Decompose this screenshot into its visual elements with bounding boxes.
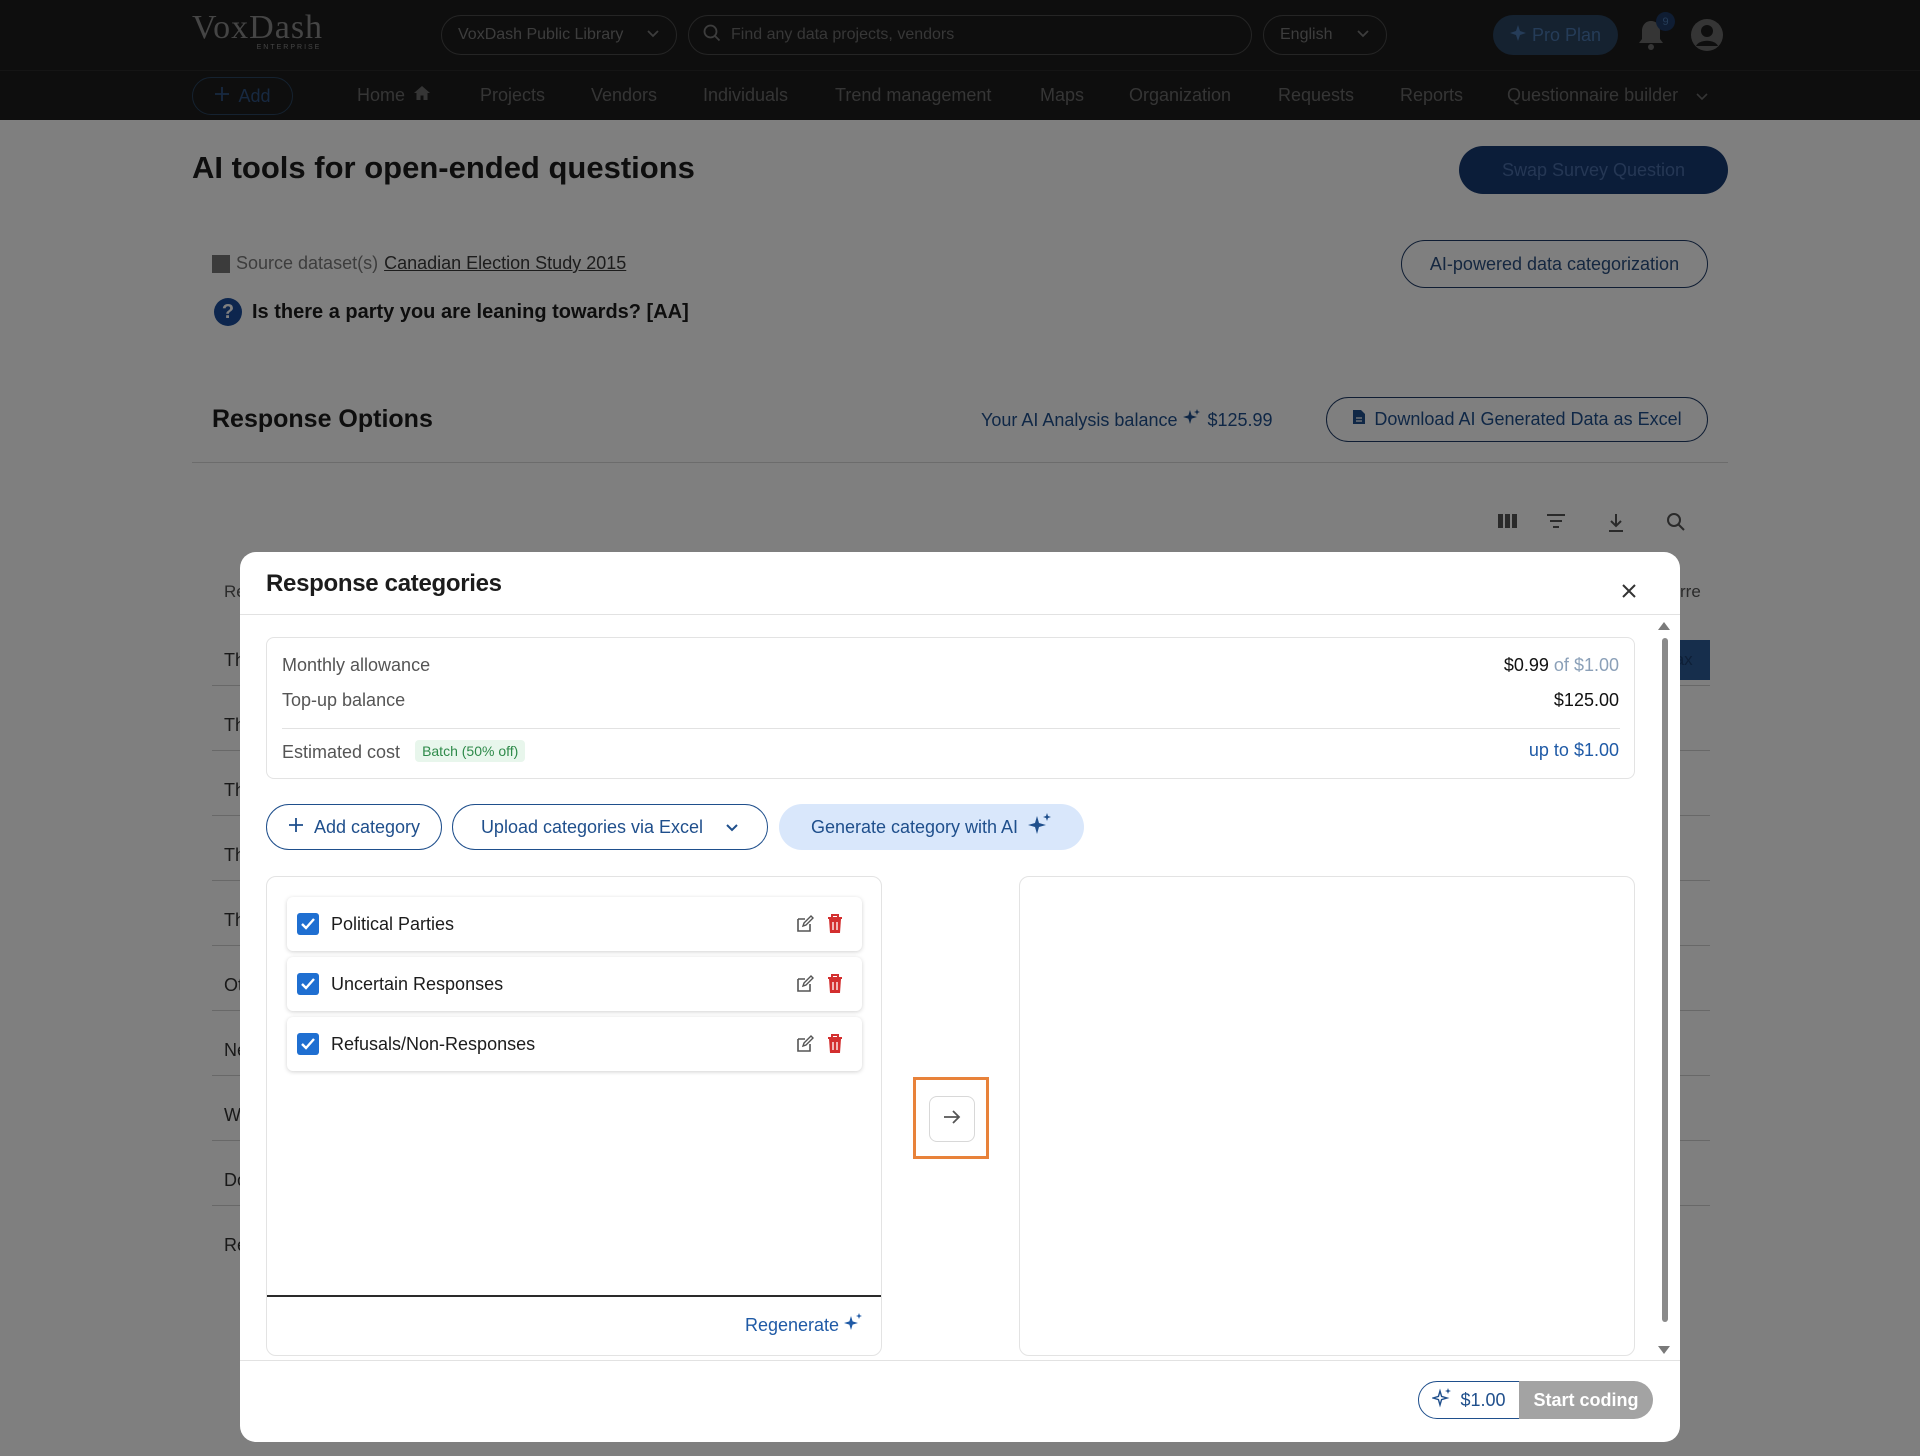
- trash-icon[interactable]: [825, 973, 845, 995]
- allowance-summary: Monthly allowance $0.99 of $1.00 Top-up …: [266, 637, 1635, 779]
- close-icon[interactable]: [1618, 580, 1640, 602]
- topup-balance-value: $125.00: [1553, 690, 1619, 710]
- modal-title: Response categories: [266, 570, 502, 597]
- price-indicator: $1.00: [1418, 1381, 1520, 1419]
- trash-icon[interactable]: [825, 913, 845, 935]
- scroll-up-arrow[interactable]: [1658, 622, 1670, 630]
- monthly-allowance-value: $0.99 of $1.00: [1504, 655, 1619, 676]
- category-label: Refusals/Non-Responses: [331, 1033, 536, 1054]
- sparkle-icon: [843, 1313, 863, 1338]
- monthly-allowance-label: Monthly allowance: [282, 655, 431, 675]
- price-value: $1.00: [1460, 1389, 1506, 1410]
- scroll-down-arrow[interactable]: [1658, 1346, 1670, 1354]
- add-category-label: Add category: [313, 816, 421, 837]
- upload-categories-button[interactable]: Upload categories via Excel: [452, 804, 768, 850]
- generate-ai-label: Generate category with AI: [810, 816, 1019, 837]
- allowance-divider: [282, 728, 1620, 729]
- edit-icon[interactable]: [795, 914, 815, 934]
- category-label: Political Parties: [331, 913, 455, 934]
- generate-category-ai-button[interactable]: Generate category with AI: [779, 804, 1084, 850]
- modal-header-divider: [240, 614, 1680, 615]
- sparkle-icon: [1028, 812, 1052, 842]
- batch-badge: Batch (50% off): [415, 740, 526, 762]
- monthly-total: $1.00: [1573, 655, 1619, 675]
- category-list-divider: [267, 1295, 881, 1297]
- coded-results-panel: [1019, 876, 1635, 1356]
- chevron-down-icon: [725, 817, 739, 838]
- estimated-cost-label: Estimated cost: [282, 742, 401, 762]
- topup-balance-label: Top-up balance: [282, 690, 406, 710]
- regenerate-button[interactable]: Regenerate: [745, 1313, 863, 1338]
- category-checkbox[interactable]: [297, 973, 319, 995]
- regenerate-label: Regenerate: [745, 1315, 840, 1335]
- estimated-cost-value: up to $1.00: [1528, 740, 1619, 760]
- monthly-of: of: [1553, 655, 1569, 675]
- add-category-button[interactable]: Add category: [266, 804, 442, 850]
- move-to-right-button[interactable]: [929, 1096, 975, 1142]
- edit-icon[interactable]: [795, 974, 815, 994]
- monthly-used: $0.99: [1503, 655, 1549, 675]
- category-checkbox[interactable]: [297, 913, 319, 935]
- response-categories-modal: Response categories Monthly allowance $0…: [240, 552, 1680, 1442]
- estimated-cost: Estimated cost Batch (50% off): [282, 740, 526, 763]
- category-label: Uncertain Responses: [331, 973, 504, 994]
- category-list-panel: Political Parties Uncertain Responses Re…: [266, 876, 882, 1356]
- category-item: Uncertain Responses: [287, 957, 862, 1011]
- arrow-right-icon: [942, 1109, 962, 1130]
- edit-icon[interactable]: [795, 1034, 815, 1054]
- trash-icon[interactable]: [825, 1033, 845, 1055]
- category-checkbox[interactable]: [297, 1033, 319, 1055]
- category-item: Political Parties: [287, 897, 862, 951]
- category-item: Refusals/Non-Responses: [287, 1017, 862, 1071]
- start-coding-button[interactable]: Start coding: [1519, 1381, 1653, 1419]
- scrollbar-thumb[interactable]: [1662, 638, 1668, 1322]
- plus-icon: [288, 817, 304, 838]
- upload-categories-label: Upload categories via Excel: [480, 816, 704, 837]
- sparkle-icon: [1431, 1387, 1452, 1413]
- modal-footer-divider: [240, 1360, 1680, 1361]
